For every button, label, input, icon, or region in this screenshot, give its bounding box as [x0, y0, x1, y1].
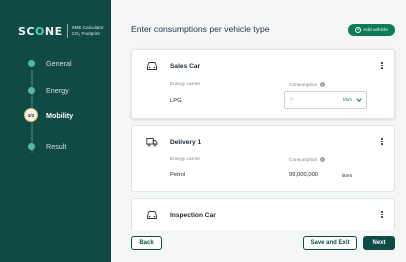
more-options-icon[interactable] — [380, 62, 384, 69]
back-button[interactable]: Back — [131, 236, 162, 250]
add-vehicle-label: Add vehicle — [363, 27, 388, 33]
step-dot — [28, 142, 35, 150]
car-icon — [147, 211, 157, 219]
vehicle-card-delivery-1: Delivery 1 Energy carrier Consumption i P… — [131, 125, 395, 192]
step-label: Energy — [46, 85, 69, 95]
vehicle-name: Delivery 1 — [170, 139, 202, 146]
energy-carrier-header: Energy carrier — [170, 82, 201, 87]
step-dot — [28, 59, 35, 67]
brand-divider — [66, 24, 68, 38]
chevron-down-icon[interactable] — [356, 96, 362, 102]
step-dot — [28, 86, 35, 94]
more-options-icon[interactable] — [380, 211, 384, 218]
car-icon — [147, 62, 157, 70]
add-vehicle-button[interactable]: + Add vehicle — [348, 24, 395, 36]
consumption-header: Consumption i — [289, 157, 326, 163]
vehicle-card-sales-car: Sales Car Energy carrier Consumption i LP… — [131, 49, 395, 119]
vehicle-name: Sales Car — [170, 63, 201, 70]
info-icon[interactable]: i — [320, 82, 326, 87]
energy-carrier-value: LPG — [170, 98, 182, 104]
sidebar: SCONE SME Calculator CO₂ Footprint Gener… — [0, 0, 111, 262]
vehicle-name: Inspection Car — [170, 212, 216, 219]
consumption-value: 99,000,000 — [289, 172, 319, 178]
consumption-placeholder: 0 — [290, 97, 293, 103]
unit-select[interactable]: l/km — [343, 98, 352, 103]
step-label: Result — [46, 141, 67, 151]
page-title: Enter consumptions per vehicle type — [131, 24, 270, 34]
next-button[interactable]: Next — [363, 236, 395, 250]
more-options-icon[interactable] — [380, 138, 384, 145]
plus-icon: + — [355, 27, 362, 33]
step-progress-badge: 2/3 — [24, 108, 38, 122]
unit-label: liters — [342, 174, 353, 179]
logo: SCONE — [18, 24, 63, 38]
step-label: General — [46, 58, 72, 68]
consumption-input[interactable]: 0 l/km — [284, 91, 367, 109]
brand-subtitle: SME Calculator CO₂ Footprint — [71, 25, 104, 36]
energy-carrier-value: Petrol — [170, 172, 186, 178]
brand: SCONE SME Calculator CO₂ Footprint — [18, 24, 104, 38]
step-label: Mobility — [46, 110, 74, 120]
energy-carrier-header: Energy carrier — [170, 157, 201, 162]
truck-icon — [146, 138, 158, 147]
consumption-header: Consumption i — [289, 82, 326, 88]
save-and-exit-button[interactable]: Save and Exit — [303, 236, 357, 250]
info-icon[interactable]: i — [320, 157, 326, 162]
footer-bar: Back Save and Exit Next — [111, 230, 406, 262]
main-content: Enter consumptions per vehicle type + Ad… — [111, 0, 406, 262]
